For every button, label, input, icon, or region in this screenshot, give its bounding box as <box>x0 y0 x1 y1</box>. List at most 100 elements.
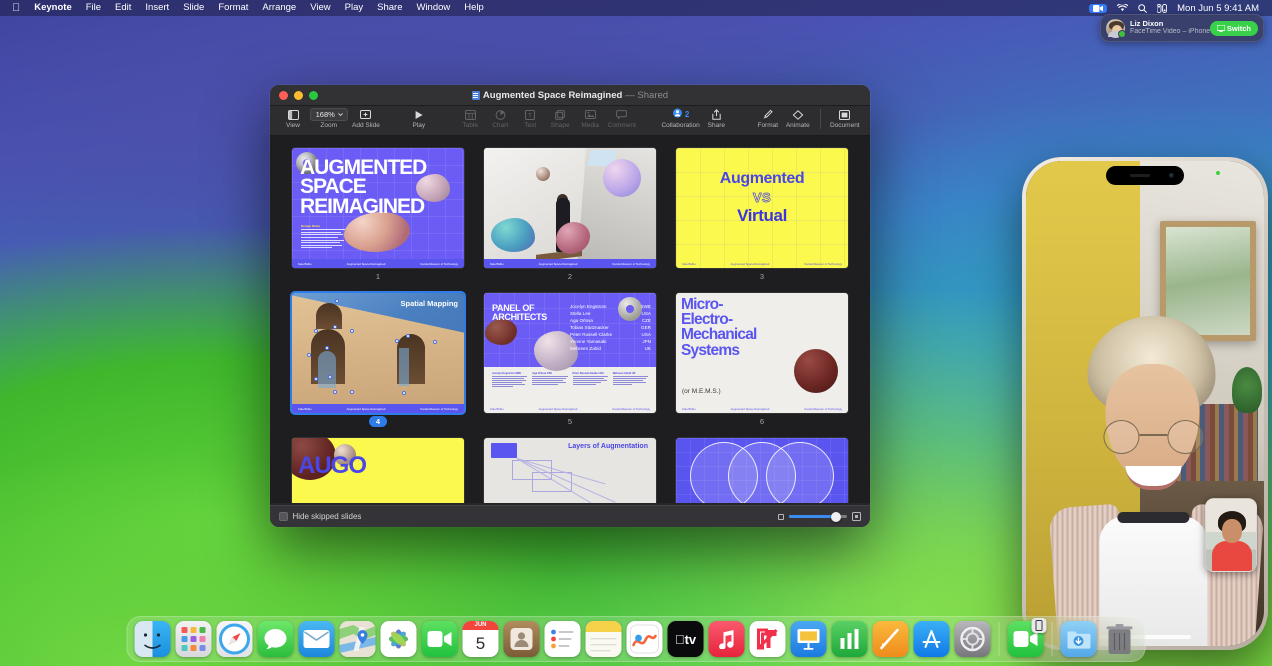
slide-cell-6[interactable]: Micro- Electro- Mechanical Systems (or M… <box>676 293 848 427</box>
slide-navigator[interactable]: AUGMENTED SPACE REIMAGINED Design Notes … <box>270 136 870 503</box>
menu-edit[interactable]: Edit <box>108 0 138 16</box>
slide-thumbnail[interactable]: AUGMENTED SPACE REIMAGINED Design Notes … <box>292 148 464 268</box>
dock-item-messages[interactable] <box>258 621 294 657</box>
toolbar-text-button[interactable]: T Text <box>515 108 545 129</box>
slide-cell-3[interactable]: Augmented VS Virtual Kate Bidko Augmente… <box>676 148 848 282</box>
toolbar-chart-button[interactable]: Chart <box>485 108 515 129</box>
menu-file[interactable]: File <box>79 0 108 16</box>
slide-footer: Kate Bidko Augmented Space Reimagined Ka… <box>484 404 656 413</box>
toolbar-play-button[interactable]: Play <box>404 108 434 129</box>
menu-share[interactable]: Share <box>370 0 409 16</box>
dock-item-launchpad[interactable] <box>176 621 212 657</box>
slide-thumbnail[interactable]: PHYSICAL AUGMENTED VIRTUAL <box>676 438 848 503</box>
slide-cell-1[interactable]: AUGMENTED SPACE REIMAGINED Design Notes … <box>292 148 464 282</box>
menu-help[interactable]: Help <box>457 0 491 16</box>
switch-button[interactable]: Switch <box>1210 21 1258 36</box>
window-title-bar[interactable]: Augmented Space Reimagined — Shared <box>270 85 870 106</box>
video-camera-icon[interactable] <box>1089 4 1107 13</box>
menu-view[interactable]: View <box>303 0 337 16</box>
dock-item-mail[interactable] <box>299 621 335 657</box>
facetime-notification[interactable]: Liz Dixon FaceTime Video – iPhone› Switc… <box>1100 14 1264 42</box>
dock-item-tv[interactable]: tv <box>668 621 704 657</box>
dock-item-keynote[interactable] <box>791 621 827 657</box>
slide-number: 5 <box>484 416 656 427</box>
slide-cell-4[interactable]: Spatial Mapping Kate Bidko Augmented Spa… <box>292 293 464 427</box>
dock-item-finder[interactable] <box>135 621 171 657</box>
toolbar-zoom-control[interactable]: 168% Zoom <box>308 108 349 129</box>
menu-bar-clock[interactable]: Mon Jun 5 9:41 AM <box>1177 3 1259 14</box>
dock-item-music[interactable] <box>709 621 745 657</box>
toolbar-comment-button[interactable]: Comment <box>605 108 638 129</box>
iphone-device[interactable] <box>1022 157 1268 650</box>
dock-item-facetime[interactable] <box>422 621 458 657</box>
dock-item-system-settings[interactable] <box>955 621 991 657</box>
apple-menu-icon[interactable]:  <box>6 2 27 15</box>
dock[interactable]: JUN 5 tv <box>127 616 1146 662</box>
dock-item-photos[interactable] <box>381 621 417 657</box>
menu-insert[interactable]: Insert <box>138 0 176 16</box>
toolbar-document-button[interactable]: Document <box>828 108 862 129</box>
dock-item-notes[interactable] <box>586 621 622 657</box>
toolbar-shape-button[interactable]: Shape <box>545 108 575 129</box>
toolbar-table-label: Table <box>462 122 478 129</box>
dock-item-freeform[interactable] <box>627 621 663 657</box>
menu-format[interactable]: Format <box>211 0 255 16</box>
menu-arrange[interactable]: Arrange <box>255 0 303 16</box>
slide-thumbnail[interactable]: Augmented VS Virtual Kate Bidko Augmente… <box>676 148 848 268</box>
hide-skipped-slides-toggle[interactable]: Hide skipped slides <box>279 512 361 521</box>
menu-window[interactable]: Window <box>409 0 457 16</box>
search-icon[interactable] <box>1138 4 1147 13</box>
slide-cell-7[interactable]: AUGO <box>292 438 464 503</box>
thumbnail-size-slider[interactable] <box>789 515 847 518</box>
keynote-toolbar[interactable]: View 168% Zoom Add Slide Play <box>270 106 870 136</box>
dock-item-reminders[interactable] <box>545 621 581 657</box>
slider-knob[interactable] <box>831 512 841 522</box>
dock-item-app-store[interactable] <box>914 621 950 657</box>
iphone-screen[interactable] <box>1026 161 1264 646</box>
slide-thumbnail[interactable]: Micro- Electro- Mechanical Systems (or M… <box>676 293 848 413</box>
slide-thumbnail[interactable]: Kate Bidko Augmented Space Reimagined Ka… <box>484 148 656 268</box>
dock-item-numbers[interactable] <box>832 621 868 657</box>
slide-thumbnail[interactable]: AUGO <box>292 438 464 503</box>
self-view-pip[interactable] <box>1205 498 1257 572</box>
dock-item-contacts[interactable] <box>504 621 540 657</box>
keynote-window[interactable]: Augmented Space Reimagined — Shared View… <box>270 85 870 527</box>
slide-cell-8[interactable]: Layers of Augmentation <box>484 438 656 503</box>
dock-item-calendar[interactable]: JUN 5 <box>463 621 499 657</box>
zoom-popup-button[interactable]: 168% <box>310 108 348 121</box>
toolbar-animate-button[interactable]: Animate <box>783 108 813 129</box>
control-center-icon[interactable] <box>1157 4 1167 13</box>
slide-cell-9[interactable]: PHYSICAL AUGMENTED VIRTUAL <box>676 438 848 503</box>
dock-item-downloads[interactable] <box>1061 621 1097 657</box>
slide-thumbnail[interactable]: PANEL OF ARCHITECTS Jocelyn EngstromSWE … <box>484 293 656 413</box>
dock-divider <box>999 622 1000 656</box>
toolbar-divider <box>820 109 821 129</box>
slide-title: AUGO <box>298 452 366 480</box>
slide-thumbnail-selected[interactable]: Spatial Mapping Kate Bidko Augmented Spa… <box>292 293 464 413</box>
dock-item-trash[interactable] <box>1102 621 1138 657</box>
menu-slide[interactable]: Slide <box>176 0 211 16</box>
wifi-icon[interactable] <box>1117 4 1128 12</box>
navigator-bottom-bar[interactable]: Hide skipped slides <box>270 505 870 527</box>
large-thumbnail-icon[interactable] <box>852 512 861 521</box>
toolbar-media-button[interactable]: Media <box>575 108 605 129</box>
toolbar-collaboration-button[interactable]: 2 Collaboration <box>660 108 702 129</box>
toolbar-format-button[interactable]: Format <box>753 108 783 129</box>
small-thumbnail-icon[interactable] <box>778 514 784 520</box>
toolbar-table-button[interactable]: Table <box>455 108 485 129</box>
dock-item-pages[interactable] <box>873 621 909 657</box>
dock-item-safari[interactable] <box>217 621 253 657</box>
slide-cell-5[interactable]: PANEL OF ARCHITECTS Jocelyn EngstromSWE … <box>484 293 656 427</box>
toolbar-share-button[interactable]: Share <box>701 108 731 129</box>
slide-thumbnail[interactable]: Layers of Augmentation <box>484 438 656 503</box>
toolbar-view-button[interactable]: View <box>278 108 308 129</box>
dock-item-maps[interactable] <box>340 621 376 657</box>
thumbnail-size-control[interactable] <box>778 512 861 521</box>
menu-keynote[interactable]: Keynote <box>27 0 78 16</box>
menu-play[interactable]: Play <box>338 0 370 16</box>
toolbar-add-slide-button[interactable]: Add Slide <box>349 108 382 129</box>
slide-cell-2[interactable]: Kate Bidko Augmented Space Reimagined Ka… <box>484 148 656 282</box>
checkbox-icon[interactable] <box>279 512 288 521</box>
slide-number: 3 <box>676 271 848 282</box>
dock-item-news[interactable] <box>750 621 786 657</box>
